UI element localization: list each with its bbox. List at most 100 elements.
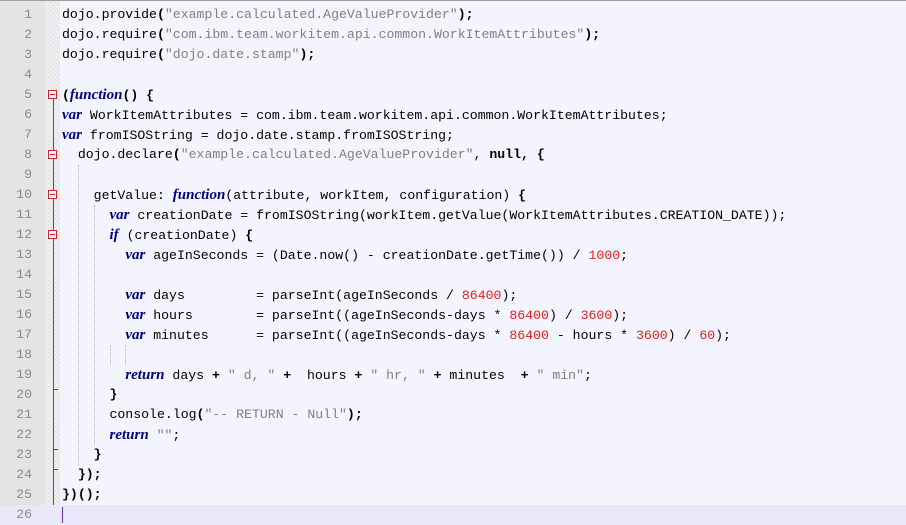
- token-kw: var: [109, 207, 130, 223]
- token-plain: ;: [583, 368, 592, 383]
- code-line[interactable]: 13 var ageInSeconds = (Date.now() - crea…: [0, 245, 906, 265]
- token-plain: dojo.require: [62, 47, 157, 62]
- code-line[interactable]: 22 return "";: [0, 425, 906, 445]
- code-text: var minutes = parseInt((ageInSeconds-day…: [62, 325, 731, 346]
- token-op: +: [520, 368, 529, 383]
- code-editor[interactable]: 1 dojo.provide("example.calculated.AgeVal…: [0, 0, 906, 525]
- code-text: var creationDate = fromISOString(workIte…: [62, 205, 786, 226]
- token-op: () {: [122, 88, 155, 103]
- code-line[interactable]: 16 var hours = parseInt((ageInSeconds-da…: [0, 305, 906, 325]
- token-kw: function: [69, 87, 123, 103]
- token-plain: ;: [620, 248, 629, 263]
- code-line[interactable]: 21 console.log("-- RETURN - Null");: [0, 405, 906, 425]
- code-line[interactable]: 26: [0, 505, 906, 525]
- token-op: {: [518, 188, 527, 203]
- token-op: (: [62, 88, 70, 103]
- token-num: 3600: [636, 328, 668, 343]
- token-plain: getValue:: [62, 188, 173, 203]
- token-op: +: [211, 368, 220, 383]
- code-line[interactable]: 19 return days + " d, " + hours + " hr, …: [0, 365, 906, 385]
- token-kw: var: [125, 307, 146, 323]
- token-op: })();: [62, 487, 102, 502]
- code-line[interactable]: 4: [0, 65, 906, 85]
- code-text: dojo.require("dojo.date.stamp");: [62, 45, 315, 65]
- code-text: console.log("-- RETURN - Null");: [62, 405, 363, 425]
- token-plain: - hours *: [548, 328, 636, 343]
- line-number: 3: [24, 47, 32, 62]
- token-op: (: [156, 27, 165, 42]
- line-number: 25: [16, 487, 32, 502]
- token-op: });: [77, 467, 102, 482]
- token-plain: minutes: [441, 368, 521, 383]
- code-text: var hours = parseInt((ageInSeconds-days …: [62, 305, 628, 326]
- code-line[interactable]: 18: [0, 345, 906, 365]
- token-op: );: [346, 407, 363, 422]
- line-number: 16: [16, 307, 32, 322]
- token-op: +: [275, 368, 292, 383]
- token-kw: return: [125, 367, 165, 383]
- code-line[interactable]: 5 (function() {: [0, 85, 906, 105]
- code-line[interactable]: 10 getValue: function(attribute, workIte…: [0, 185, 906, 205]
- token-op: (: [172, 147, 181, 162]
- token-kw: var: [62, 127, 82, 143]
- line-number: 9: [24, 167, 32, 182]
- line-number: 14: [16, 267, 32, 282]
- line-number: 1: [24, 7, 32, 22]
- code-line[interactable]: 2 dojo.require("com.ibm.team.workitem.api…: [0, 25, 906, 45]
- code-line[interactable]: 1 dojo.provide("example.calculated.AgeVal…: [0, 5, 906, 25]
- token-plain: hours = parseInt((ageInSeconds-days *: [145, 308, 510, 323]
- code-line[interactable]: 6 var WorkItemAttributes = com.ibm.team.w…: [0, 105, 906, 125]
- token-plain: );: [501, 288, 518, 303]
- line-number: 13: [16, 247, 32, 262]
- token-plain: ) /: [667, 328, 700, 343]
- code-line[interactable]: 17 var minutes = parseInt((ageInSeconds-…: [0, 325, 906, 345]
- token-op: }: [109, 387, 118, 402]
- code-line[interactable]: 14: [0, 265, 906, 285]
- token-plain: minutes = parseInt((ageInSeconds-days *: [145, 328, 510, 343]
- code-text: var WorkItemAttributes = com.ibm.team.wo…: [62, 105, 668, 126]
- token-op: {: [245, 228, 254, 243]
- token-plain: fromISOString = dojo.date.stamp.fromISOS…: [82, 128, 454, 143]
- code-line[interactable]: 7 var fromISOString = dojo.date.stamp.fro…: [0, 125, 906, 145]
- code-lines[interactable]: 1 dojo.provide("example.calculated.AgeVal…: [0, 5, 906, 525]
- code-line[interactable]: 15 var days = parseInt(ageInSeconds / 86…: [0, 285, 906, 305]
- line-number: 22: [16, 427, 32, 442]
- token-num: 86400: [509, 328, 549, 343]
- token-plain: creationDate = fromISOString(workItem.ge…: [129, 208, 787, 223]
- token-num: 1000: [588, 248, 621, 263]
- line-number: 7: [24, 127, 32, 142]
- code-line[interactable]: 25 })();: [0, 485, 906, 505]
- code-line[interactable]: 12 if (creationDate) {: [0, 225, 906, 245]
- token-plain: (creationDate): [118, 228, 246, 243]
- code-line[interactable]: 9: [0, 165, 906, 185]
- code-text: if (creationDate) {: [62, 225, 253, 246]
- code-line[interactable]: 3 dojo.require("dojo.date.stamp");: [0, 45, 906, 65]
- code-line[interactable]: 23 }: [0, 445, 906, 465]
- code-text: return "";: [62, 425, 180, 446]
- token-str: "-- RETURN - Null": [204, 407, 347, 422]
- code-line[interactable]: 8 dojo.declare("example.calculated.AgeVa…: [0, 145, 906, 165]
- line-number: 2: [24, 27, 32, 42]
- code-text: var fromISOString = dojo.date.stamp.from…: [62, 125, 454, 146]
- code-line[interactable]: 24 });: [0, 465, 906, 485]
- token-str: "example.calculated.AgeValueProvider": [180, 147, 474, 162]
- token-op: );: [584, 27, 601, 42]
- token-str: " hr, ": [362, 368, 426, 383]
- token-str: "": [148, 428, 173, 443]
- line-number: 19: [16, 367, 32, 382]
- token-kw: var: [125, 287, 146, 303]
- token-kw: var: [125, 247, 146, 263]
- token-plain: dojo.provide: [62, 7, 157, 22]
- token-str: "com.ibm.team.workitem.api.common.WorkIt…: [164, 27, 585, 42]
- code-text: }: [62, 385, 117, 405]
- code-line[interactable]: 11 var creationDate = fromISOString(work…: [0, 205, 906, 225]
- line-number: 24: [16, 467, 32, 482]
- code-text: (function() {: [62, 85, 154, 106]
- token-str: " d, ": [219, 368, 276, 383]
- code-text: }: [62, 445, 102, 465]
- code-line[interactable]: 20 }: [0, 385, 906, 405]
